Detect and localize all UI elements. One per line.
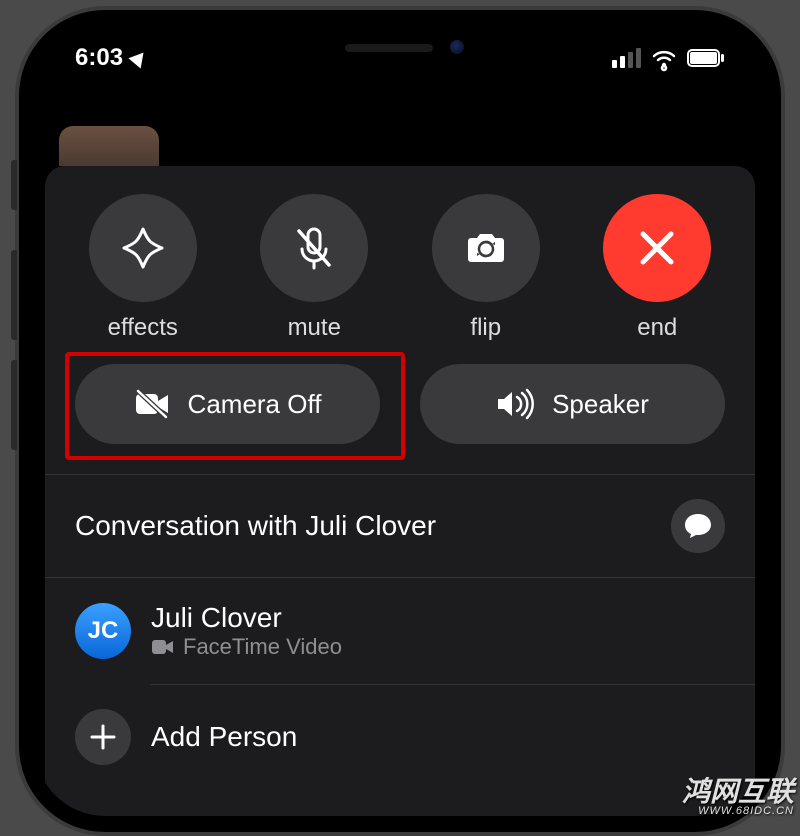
video-icon <box>151 638 175 656</box>
primary-controls-row: effects mute <box>45 194 755 342</box>
message-button[interactable] <box>671 499 725 553</box>
volume-down-button <box>11 360 17 450</box>
participant-subtitle: FaceTime Video <box>183 634 342 660</box>
participant-name: Juli Clover <box>151 602 725 634</box>
camera-off-label: Camera Off <box>188 389 322 420</box>
camera-off-button[interactable]: Camera Off <box>75 364 380 444</box>
speaker-label: Speaker <box>552 389 649 420</box>
location-icon <box>128 47 149 68</box>
end-call-button[interactable] <box>603 194 711 302</box>
status-time: 6:03 <box>75 44 123 72</box>
close-icon <box>635 226 679 270</box>
effects-icon <box>116 221 170 275</box>
mute-button[interactable] <box>260 194 368 302</box>
notch <box>250 26 550 68</box>
secondary-controls-row: Camera Off Speaker <box>45 342 755 474</box>
screen: 6:03 <box>35 26 765 816</box>
flip-button[interactable] <box>432 194 540 302</box>
speaker-button[interactable]: Speaker <box>420 364 725 444</box>
mute-icon <box>289 223 339 273</box>
add-person-button[interactable] <box>75 709 131 765</box>
conversation-row[interactable]: Conversation with Juli Clover <box>45 475 755 577</box>
watermark-sub: WWW.68IDC.CN <box>682 806 794 817</box>
participant-initials: JC <box>88 617 119 645</box>
phone-frame: 6:03 <box>15 6 785 836</box>
cellular-signal-icon <box>612 48 641 68</box>
speaker-icon <box>496 389 536 419</box>
camera-off-icon <box>134 389 172 419</box>
watermark: 鸿网互联 WWW.68IDC.CN <box>682 778 794 817</box>
volume-up-button <box>11 250 17 340</box>
facetime-controls-panel: effects mute <box>45 166 755 816</box>
conversation-title: Conversation with Juli Clover <box>75 510 651 542</box>
participant-avatar: JC <box>75 603 131 659</box>
add-person-row[interactable]: Add Person <box>45 685 755 789</box>
plus-icon <box>89 723 117 751</box>
watermark-main: 鸿网互联 <box>682 776 794 807</box>
wifi-icon <box>651 48 677 68</box>
effects-label: effects <box>108 314 178 342</box>
video-preview-peek[interactable] <box>59 126 159 166</box>
flip-label: flip <box>470 314 501 342</box>
effects-button[interactable] <box>89 194 197 302</box>
flip-camera-icon <box>461 223 511 273</box>
message-icon <box>683 512 713 540</box>
side-button <box>11 160 17 210</box>
participant-row[interactable]: JC Juli Clover FaceTime Video <box>45 578 755 684</box>
battery-icon <box>687 49 725 67</box>
mute-label: mute <box>288 314 341 342</box>
add-person-label: Add Person <box>151 721 297 753</box>
end-label: end <box>637 314 677 342</box>
